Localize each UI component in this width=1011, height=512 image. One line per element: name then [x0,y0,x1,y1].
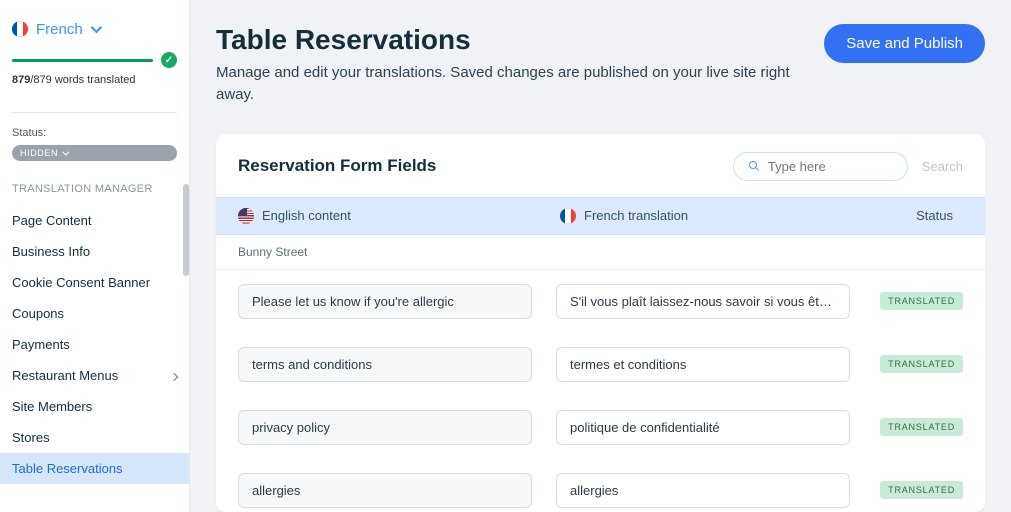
sidebar-item-page-content[interactable]: Page Content [0,205,189,236]
save-publish-button[interactable]: Save and Publish [824,24,985,63]
status-badge: TRANSLATED [880,355,963,373]
source-cell[interactable]: Please let us know if you're allergic [238,284,532,319]
status-badge: TRANSLATED [880,418,963,436]
sidebar-item-business-info[interactable]: Business Info [0,236,189,267]
table-row: privacy policy politique de confidentiali… [216,396,985,459]
status-label: Status: [0,127,189,139]
status-badge: TRANSLATED [880,292,963,310]
main: Table Reservations Manage and edit your … [190,0,1011,512]
sidebar-item-coupons[interactable]: Coupons [0,298,189,329]
page-title: Table Reservations [216,24,796,56]
nav-title: TRANSLATION MANAGER [0,183,189,205]
rows-container: Please let us know if you're allergic S'i… [216,270,985,512]
page-subtitle: Manage and edit your translations. Saved… [216,62,796,106]
search-field[interactable] [733,152,908,181]
status-badge: TRANSLATED [880,481,963,499]
chevron-down-icon [62,149,67,158]
source-column-label: English content [262,208,351,223]
page-header: Table Reservations Manage and edit your … [216,24,985,106]
scrollbar[interactable] [183,184,189,276]
target-cell[interactable]: termes et conditions [556,347,850,382]
status-pill[interactable]: HIDDEN [12,145,177,161]
form-fields-card: Reservation Form Fields Search English c… [216,134,985,512]
target-cell[interactable]: politique de confidentialité [556,410,850,445]
french-flag-icon [560,208,576,224]
sidebar-item-table-reservations[interactable]: Table Reservations [0,453,189,484]
divider [12,112,177,113]
chevron-right-icon [171,369,177,383]
source-cell[interactable]: privacy policy [238,410,532,445]
status-column-label: Status [916,208,953,223]
table-row: terms and conditions termes et conditions… [216,333,985,396]
column-headers: English content French translation Statu… [216,197,985,235]
progress-bar: ✓ [12,52,177,68]
chevron-down-icon [91,20,99,38]
sidebar: French ✓ 879/879 words translated Status… [0,0,190,512]
status-value: HIDDEN [20,148,58,158]
nav: TRANSLATION MANAGER Page Content Busines… [0,183,189,484]
table-row: allergies allergies TRANSLATED [216,459,985,512]
source-cell[interactable]: terms and conditions [238,347,532,382]
sidebar-item-payments[interactable]: Payments [0,329,189,360]
word-count: 879/879 words translated [12,74,177,86]
search-button[interactable]: Search [922,159,963,174]
us-flag-icon [238,208,254,224]
language-selector[interactable]: French [12,20,177,38]
sidebar-item-site-members[interactable]: Site Members [0,391,189,422]
target-cell[interactable]: S'il vous plaît laissez-nous savoir si v… [556,284,850,319]
sidebar-item-label: Restaurant Menus [12,368,118,383]
sidebar-item-stores[interactable]: Stores [0,422,189,453]
target-cell[interactable]: allergies [556,473,850,508]
source-cell[interactable]: allergies [238,473,532,508]
french-flag-icon [12,21,28,37]
check-icon: ✓ [161,52,177,68]
language-name: French [36,21,83,38]
search-icon [748,159,760,173]
card-title: Reservation Form Fields [238,156,436,176]
target-column-label: French translation [584,208,688,223]
group-label: Bunny Street [216,235,985,270]
progress-fill [12,59,153,62]
search-input[interactable] [768,159,893,174]
table-row: Please let us know if you're allergic S'i… [216,270,985,333]
sidebar-item-cookie-banner[interactable]: Cookie Consent Banner [0,267,189,298]
sidebar-item-restaurant-menus[interactable]: Restaurant Menus [0,360,189,391]
